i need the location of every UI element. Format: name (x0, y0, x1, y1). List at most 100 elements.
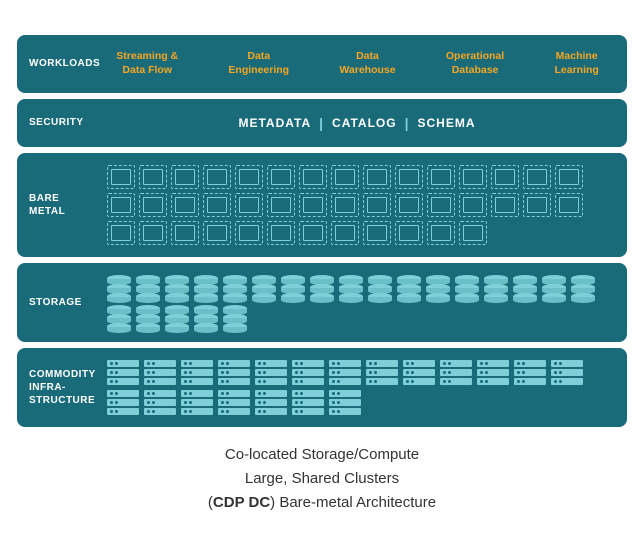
db-stack (513, 275, 537, 300)
chip (235, 165, 263, 189)
server-bar (107, 369, 139, 376)
db-disk (513, 284, 537, 291)
chip (363, 221, 391, 245)
db-disk (310, 284, 334, 291)
server-bar (144, 399, 176, 406)
db-disk (426, 293, 450, 300)
db-disk (194, 284, 218, 291)
server-bar (551, 360, 583, 367)
db-disk (397, 293, 421, 300)
db-disk (165, 293, 189, 300)
chip (267, 165, 295, 189)
db-disk (223, 314, 247, 321)
workload-item-2: DataEngineering (228, 50, 289, 77)
chip (267, 221, 295, 245)
db-disk (136, 314, 160, 321)
server-bar (292, 378, 324, 385)
commodity-row: COMMODITYINFRA-STRUCTURE (17, 348, 627, 427)
bare-metal-row: BAREMETAL (17, 153, 627, 257)
server-bar (329, 378, 361, 385)
db-stack (542, 275, 566, 300)
server-unit (514, 360, 546, 385)
db-disk (252, 284, 276, 291)
caption-line1: Co-located Storage/Compute (17, 443, 627, 467)
server-bar (255, 408, 287, 415)
db-disk (368, 284, 392, 291)
server-bar (514, 360, 546, 367)
server-unit (366, 360, 398, 385)
server-bar (144, 390, 176, 397)
workload-item-4: OperationalDatabase (446, 50, 504, 77)
chip (171, 165, 199, 189)
chip (395, 165, 423, 189)
db-disk (484, 293, 508, 300)
chip (459, 193, 487, 217)
db-disk (136, 293, 160, 300)
server-bar (292, 369, 324, 376)
db-disk (310, 275, 334, 282)
db-disk (397, 275, 421, 282)
workload-item-3: DataWarehouse (339, 50, 395, 77)
server-unit (255, 390, 287, 415)
db-disk (368, 293, 392, 300)
server-bar (440, 378, 472, 385)
server-unit (292, 360, 324, 385)
db-disk (165, 314, 189, 321)
db-disk (194, 275, 218, 282)
server-bar (366, 360, 398, 367)
caption: Co-located Storage/Compute Large, Shared… (17, 443, 627, 515)
storage-row: STORAGE (17, 263, 627, 342)
server-bar (255, 369, 287, 376)
db-disk (310, 293, 334, 300)
server-unit (329, 360, 361, 385)
workloads-label: WORKLOADS (29, 57, 100, 70)
server-bar (144, 360, 176, 367)
db-disk (252, 275, 276, 282)
catalog-label: CATALOG (332, 116, 397, 130)
security-row: SECURITY METADATA | CATALOG | SCHEMA (17, 99, 627, 147)
chip (331, 221, 359, 245)
server-unit (255, 360, 287, 385)
server-icons (99, 356, 615, 419)
commodity-content (99, 356, 615, 419)
bare-metal-content (99, 161, 615, 249)
server-bar (477, 378, 509, 385)
storage-icons (99, 271, 615, 334)
chip (427, 193, 455, 217)
db-disk (107, 305, 131, 312)
chip (363, 193, 391, 217)
server-bar (477, 360, 509, 367)
db-disk (136, 284, 160, 291)
server-bar (514, 378, 546, 385)
db-disk (484, 275, 508, 282)
server-bar (218, 399, 250, 406)
server-bar (218, 408, 250, 415)
server-bar (181, 369, 213, 376)
server-bar (255, 360, 287, 367)
security-items: METADATA | CATALOG | SCHEMA (238, 115, 475, 131)
db-disk (455, 284, 479, 291)
db-disk (281, 293, 305, 300)
server-unit (477, 360, 509, 385)
db-disk (484, 284, 508, 291)
server-bar (292, 360, 324, 367)
caption-line2: Large, Shared Clusters (17, 467, 627, 491)
chip (459, 165, 487, 189)
server-bar (329, 390, 361, 397)
chip (235, 221, 263, 245)
db-disk (165, 323, 189, 330)
db-disk (223, 293, 247, 300)
db-disk (513, 293, 537, 300)
db-disk (339, 275, 363, 282)
storage-label: STORAGE (29, 296, 99, 309)
db-disk (513, 275, 537, 282)
server-unit (329, 390, 361, 415)
db-disk (571, 284, 595, 291)
server-bar (218, 369, 250, 376)
db-stack (165, 275, 189, 300)
server-unit (144, 360, 176, 385)
db-disk (136, 323, 160, 330)
db-disk (107, 323, 131, 330)
db-stack (107, 305, 131, 330)
security-content: METADATA | CATALOG | SCHEMA (99, 115, 615, 131)
